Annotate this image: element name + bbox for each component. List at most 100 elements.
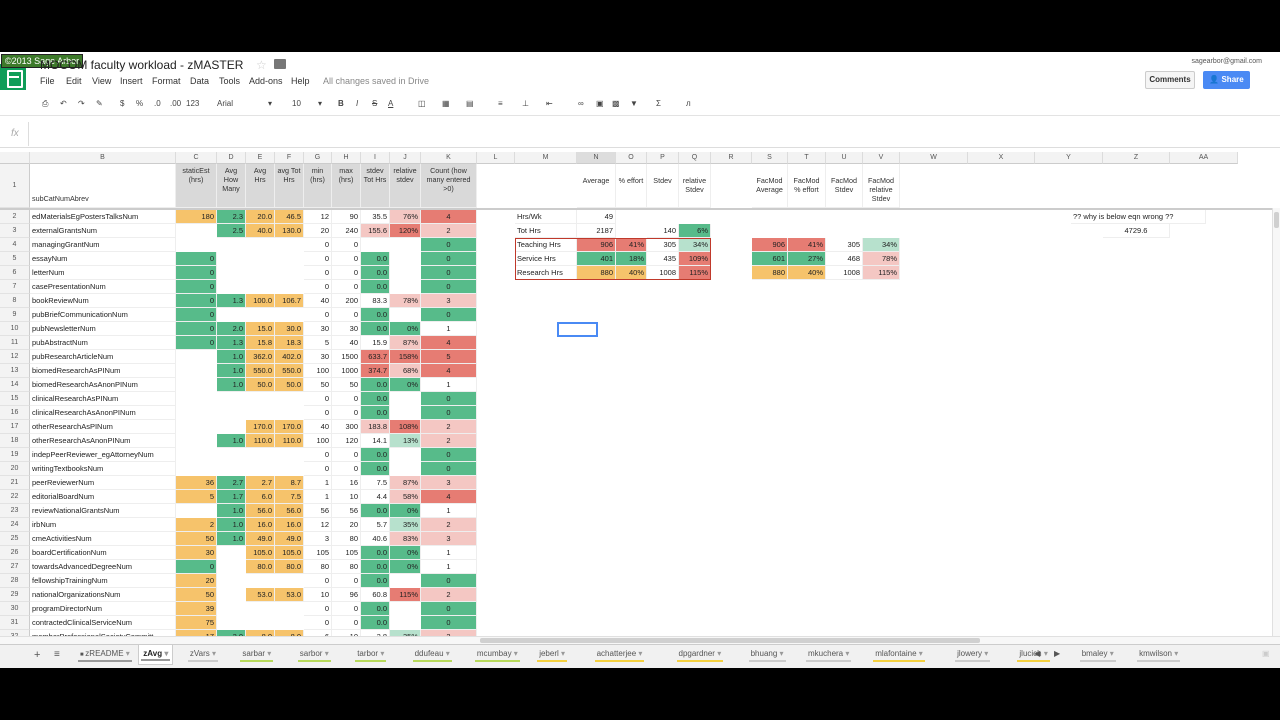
strikethrough-button[interactable]: S — [372, 98, 377, 110]
row-header[interactable]: 29 — [0, 588, 30, 602]
cell-i[interactable]: 155.6 — [361, 224, 390, 238]
cell-k[interactable]: 2 — [421, 588, 477, 602]
column-header-e[interactable]: E — [246, 152, 275, 164]
cell-e[interactable]: 15.0 — [246, 322, 275, 336]
cell-f[interactable]: 49.0 — [275, 532, 304, 546]
cell-e[interactable]: 170.0 — [246, 420, 275, 434]
sheet-tab-bhuang[interactable]: bhuang ▾ — [747, 645, 788, 665]
sheet-tab-sarbor[interactable]: sarbor ▾ — [296, 645, 333, 665]
row-header[interactable]: 12 — [0, 350, 30, 364]
summary-percent-effort[interactable]: 41% — [616, 238, 647, 252]
tab-dropdown-icon[interactable]: ▾ — [378, 649, 384, 658]
cell-h[interactable]: 10 — [332, 490, 361, 504]
cell-f[interactable]: 130.0 — [275, 224, 304, 238]
cell-g[interactable]: 30 — [304, 322, 332, 336]
cell-c[interactable]: 0 — [176, 266, 217, 280]
facmod-average[interactable]: 880 — [752, 266, 788, 280]
cell-b[interactable]: reviewNationalGrantsNum — [30, 504, 176, 518]
cell-j[interactable]: 13% — [390, 434, 421, 448]
cell-e[interactable]: 40.0 — [246, 224, 275, 238]
cell-b[interactable]: casePresentationNum — [30, 280, 176, 294]
cell-h[interactable]: 200 — [332, 294, 361, 308]
cell-k[interactable]: 3 — [421, 476, 477, 490]
select-all-corner[interactable] — [0, 152, 30, 164]
column-header-aa[interactable]: AA — [1170, 152, 1238, 164]
facmod-relative-stdev[interactable]: 34% — [863, 238, 900, 252]
row-header[interactable]: 21 — [0, 476, 30, 490]
cell-k[interactable]: 0 — [421, 238, 477, 252]
cell-b[interactable]: pubBriefCommunicationNum — [30, 308, 176, 322]
font-select[interactable]: Arial — [217, 98, 233, 110]
cell-h[interactable]: 1000 — [332, 364, 361, 378]
cell-g[interactable]: 80 — [304, 560, 332, 574]
scrollbar-thumb[interactable] — [480, 638, 980, 643]
tab-dropdown-icon[interactable]: ▾ — [636, 649, 642, 658]
column-header-x[interactable]: X — [968, 152, 1035, 164]
cell-h[interactable]: 1500 — [332, 350, 361, 364]
cell-b[interactable]: pubAbstractNum — [30, 336, 176, 350]
cell-d[interactable]: 1.0 — [217, 518, 246, 532]
row-header[interactable]: 22 — [0, 490, 30, 504]
cell-d[interactable]: 1.0 — [217, 532, 246, 546]
cell-h[interactable]: 0 — [332, 406, 361, 420]
increase-decimal-button[interactable]: .00 — [170, 98, 181, 110]
cell-k[interactable]: 1 — [421, 504, 477, 518]
tot-hrs-value[interactable]: 2187 — [577, 224, 616, 238]
cell-j[interactable]: 0% — [390, 322, 421, 336]
header-cell-n[interactable]: Average — [577, 164, 616, 208]
vertical-scrollbar[interactable] — [1272, 208, 1280, 636]
scroll-tabs-left-icon[interactable]: ◀ — [1030, 645, 1044, 665]
cell-b[interactable]: peerReviewerNum — [30, 476, 176, 490]
cell-c[interactable]: 0 — [176, 336, 217, 350]
sheet-tab-jlowery[interactable]: jlowery ▾ — [953, 645, 992, 665]
cell-h[interactable]: 96 — [332, 588, 361, 602]
cell-f[interactable]: 18.3 — [275, 336, 304, 350]
input-tools-icon[interactable]: л — [686, 98, 691, 110]
row-header[interactable]: 14 — [0, 378, 30, 392]
scroll-tabs-right-icon[interactable]: ▶ — [1050, 645, 1064, 665]
tot-hrs-stdev[interactable]: 140 — [647, 224, 679, 238]
filter-icon[interactable]: ▼ — [630, 98, 638, 110]
column-header-w[interactable]: W — [900, 152, 968, 164]
cell-b[interactable]: irbNum — [30, 518, 176, 532]
cell-h[interactable]: 0 — [332, 308, 361, 322]
cell-g[interactable]: 0 — [304, 448, 332, 462]
cell-j[interactable]: 0% — [390, 378, 421, 392]
insert-link-icon[interactable]: ∞ — [578, 98, 584, 110]
column-header-b[interactable]: B — [30, 152, 176, 164]
cell-b[interactable]: managingGrantNum — [30, 238, 176, 252]
header-cell-p[interactable]: Stdev — [647, 164, 679, 208]
cell-g[interactable]: 40 — [304, 294, 332, 308]
cell-g[interactable]: 0 — [304, 280, 332, 294]
row-header[interactable]: 24 — [0, 518, 30, 532]
summary-average[interactable]: 906 — [577, 238, 616, 252]
cell-e[interactable]: 80.0 — [246, 560, 275, 574]
font-size-select[interactable]: 10 — [292, 98, 301, 110]
cell-c[interactable]: 0 — [176, 560, 217, 574]
cell-d[interactable]: 1.0 — [217, 350, 246, 364]
cell-b[interactable]: fellowshipTrainingNum — [30, 574, 176, 588]
cell-f[interactable]: 550.0 — [275, 364, 304, 378]
cell-i[interactable]: 374.7 — [361, 364, 390, 378]
cell-f[interactable]: 106.7 — [275, 294, 304, 308]
cell-d[interactable]: 1.3 — [217, 336, 246, 350]
cell-f[interactable]: 80.0 — [275, 560, 304, 574]
cell-i[interactable]: 0.0 — [361, 266, 390, 280]
cell-d[interactable]: 2.3 — [217, 210, 246, 224]
cell-c[interactable]: 0 — [176, 280, 217, 294]
cell-b[interactable]: otherResearchAsPINum — [30, 420, 176, 434]
header-cell-d[interactable]: Avg How Many — [217, 164, 246, 208]
cell-e[interactable]: 6.0 — [246, 490, 275, 504]
header-cell-j[interactable]: relative stdev — [390, 164, 421, 208]
cell-g[interactable]: 105 — [304, 546, 332, 560]
cell-b[interactable]: boardCertificationNum — [30, 546, 176, 560]
cell-g[interactable]: 20 — [304, 224, 332, 238]
cell-c[interactable]: 50 — [176, 588, 217, 602]
cell-j[interactable]: 0% — [390, 560, 421, 574]
cell-j[interactable]: 78% — [390, 294, 421, 308]
cell-k[interactable]: 0 — [421, 448, 477, 462]
sheet-tab-zvars[interactable]: zVars ▾ — [186, 645, 220, 665]
column-header-n[interactable]: N — [577, 152, 616, 164]
cell-g[interactable]: 0 — [304, 308, 332, 322]
cell-h[interactable]: 0 — [332, 602, 361, 616]
